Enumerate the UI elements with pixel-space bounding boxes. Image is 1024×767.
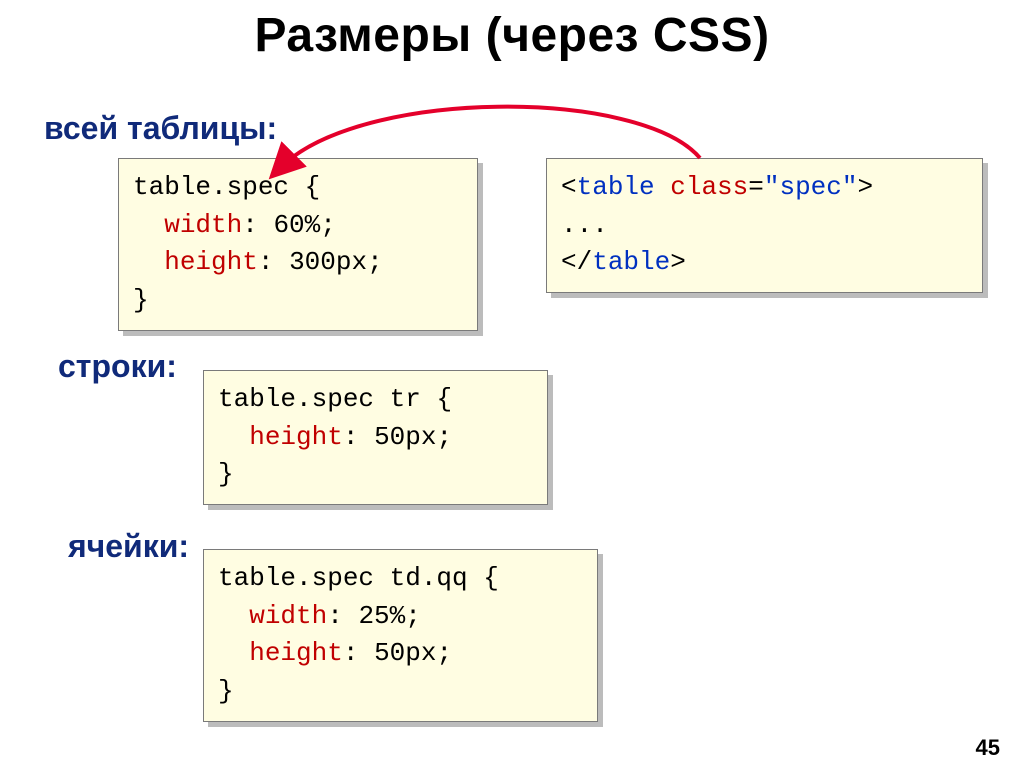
label-row: строки: bbox=[58, 348, 177, 385]
label-whole-table: всей таблицы: bbox=[44, 110, 277, 147]
css-prop-cell-height: height bbox=[249, 638, 343, 668]
html-tag-table-open: table bbox=[577, 172, 671, 202]
slide-title: Размеры (через CSS) bbox=[0, 8, 1024, 63]
css-prop-width: width bbox=[164, 210, 242, 240]
css-selector-row: table.spec tr bbox=[218, 384, 421, 414]
codebox-html: <table class="spec"> ... </table> bbox=[546, 158, 983, 293]
css-prop-row-height: height bbox=[249, 422, 343, 452]
codebox-cell-css: table.spec td.qq { width: 25%; height: 5… bbox=[203, 549, 598, 722]
slide: Размеры (через CSS) всей таблицы: table.… bbox=[0, 8, 1024, 767]
css-selector: table.spec bbox=[133, 172, 289, 202]
css-selector-cell: table.spec td.qq bbox=[218, 563, 468, 593]
html-attr-class: class bbox=[670, 172, 748, 202]
codebox-table-css: table.spec { width: 60%; height: 300px; … bbox=[118, 158, 478, 331]
html-ellipsis: ... bbox=[561, 210, 608, 240]
label-cell: ячейки: bbox=[68, 528, 189, 565]
html-attr-value: "spec" bbox=[764, 172, 858, 202]
html-tag-table-close: table bbox=[592, 247, 670, 277]
page-number: 45 bbox=[976, 735, 1000, 761]
codebox-row-css: table.spec tr { height: 50px; } bbox=[203, 370, 548, 505]
css-prop-height: height bbox=[164, 247, 258, 277]
css-prop-cell-width: width bbox=[249, 601, 327, 631]
